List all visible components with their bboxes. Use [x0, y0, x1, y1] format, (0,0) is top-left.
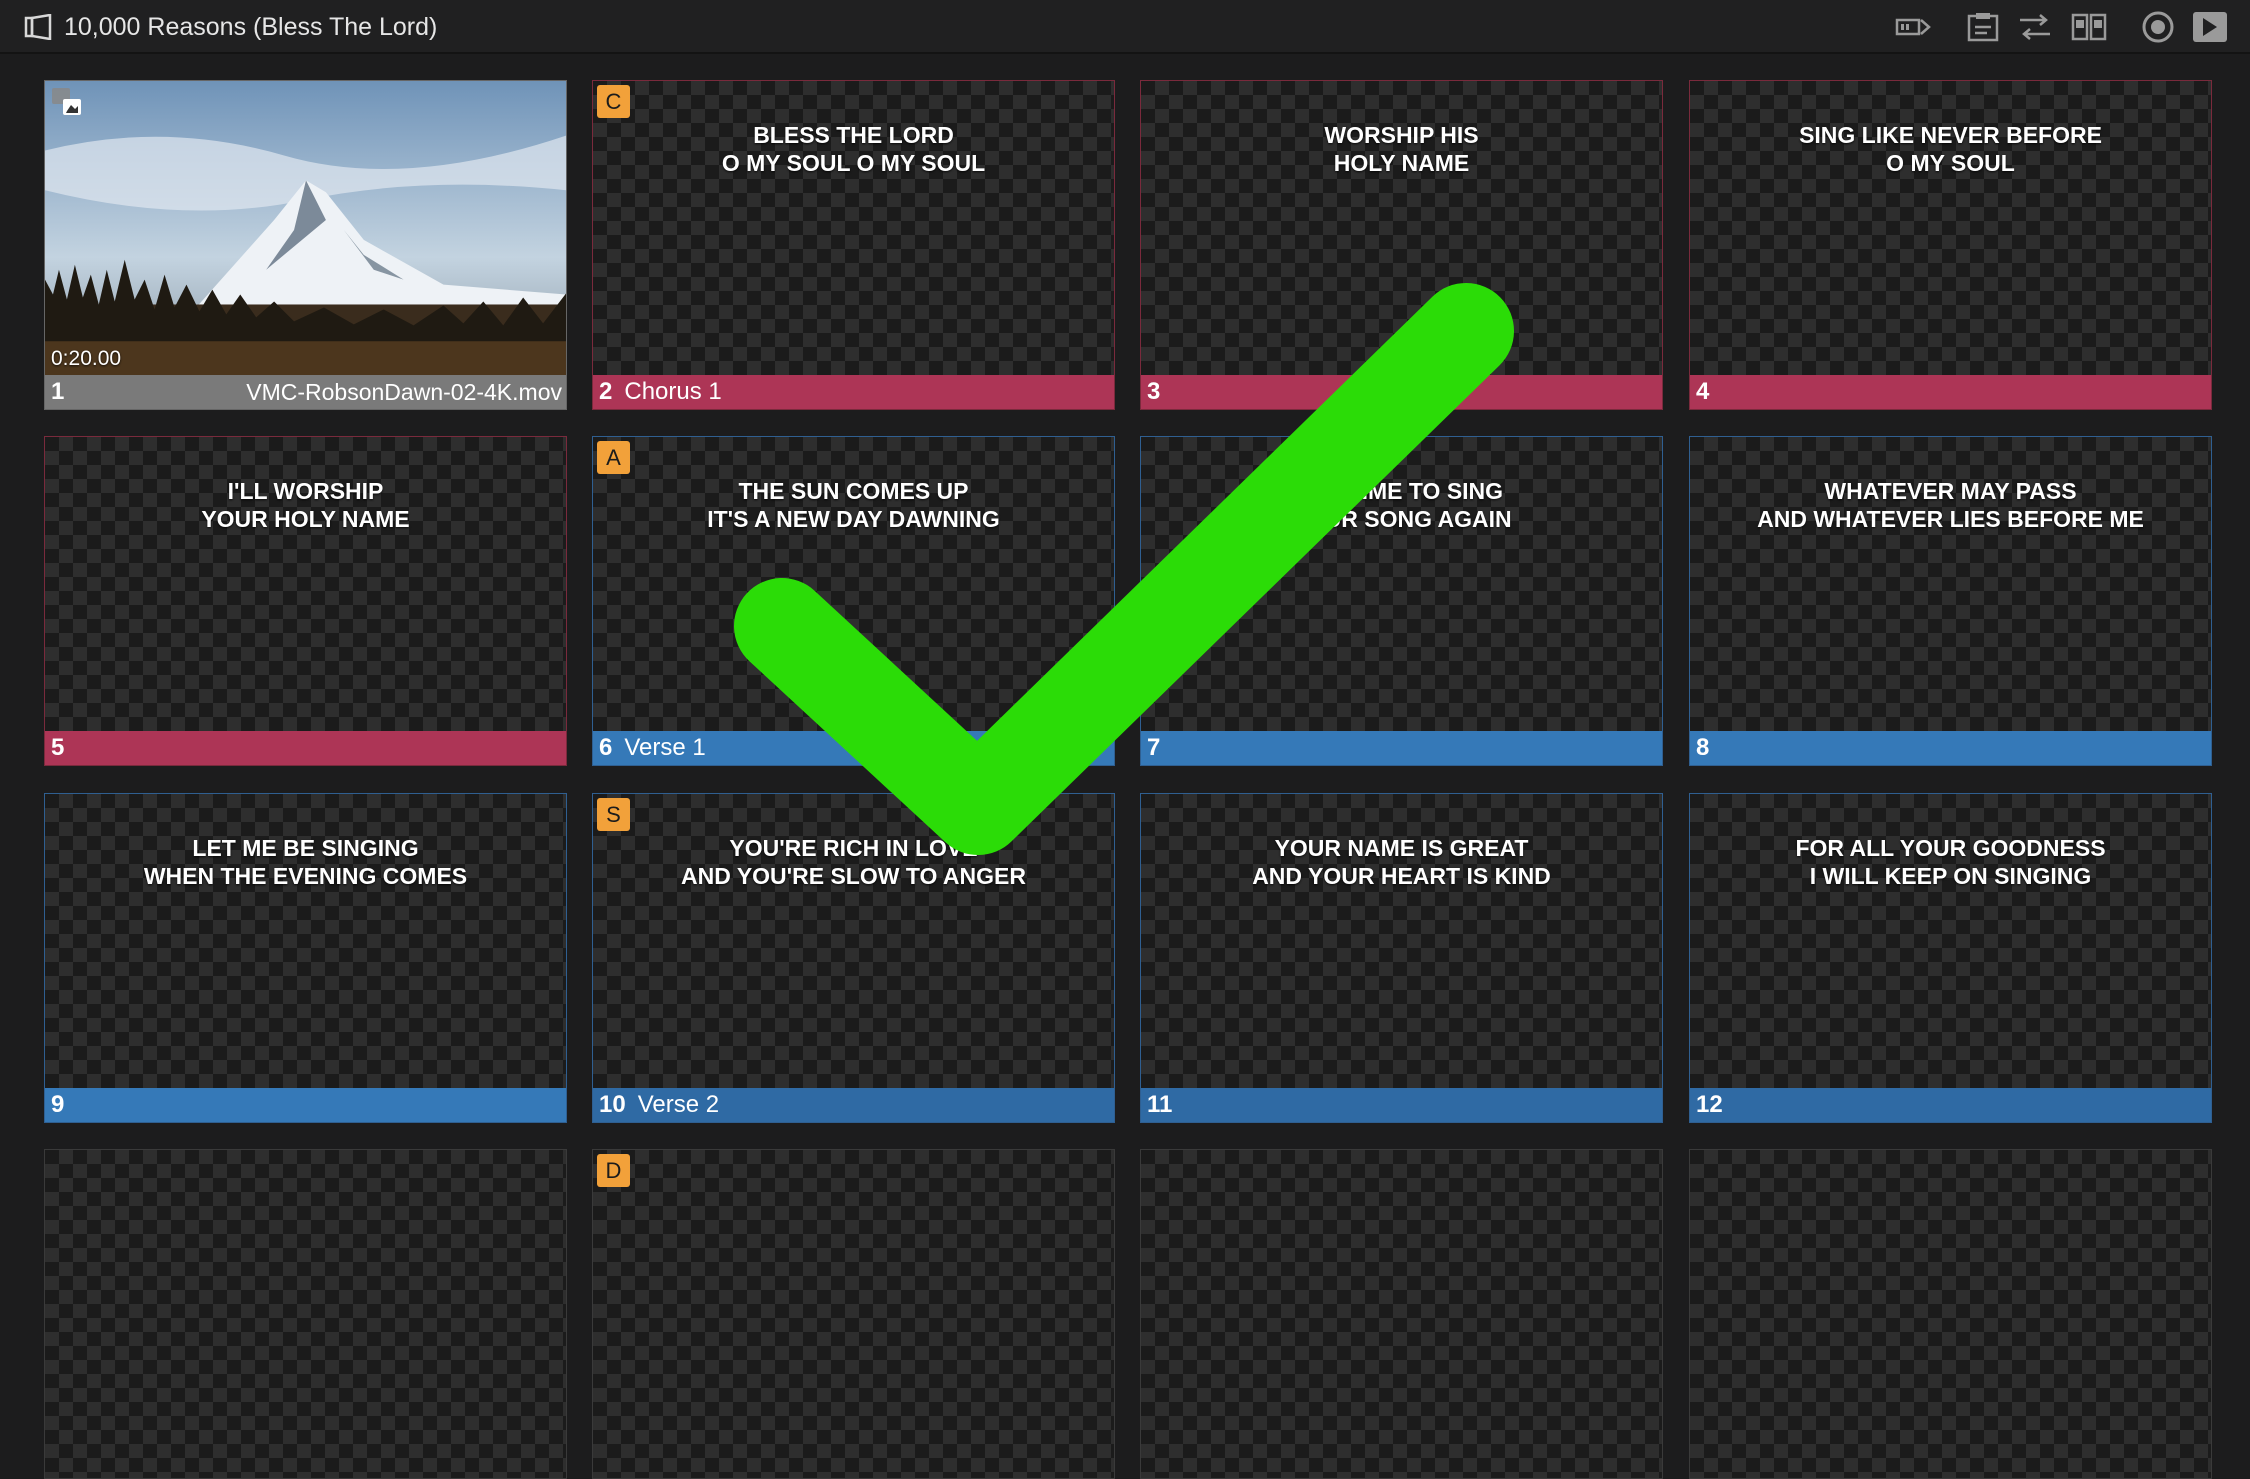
slide-15[interactable] [1140, 1149, 1663, 1479]
slide-11[interactable]: YOUR NAME IS GREAT AND YOUR HEART IS KIN… [1140, 793, 1663, 1123]
slide-16[interactable] [1689, 1149, 2212, 1479]
slide-group-label: Verse 1 [624, 734, 706, 761]
presentation-icon [24, 14, 52, 40]
arrangement-icon[interactable] [2016, 10, 2054, 44]
slide-4[interactable]: SING LIKE NEVER BEFORE O MY SOUL 4 [1689, 80, 2212, 410]
slide-footer: 2 Chorus 1 [593, 375, 1114, 409]
slide-number: 8 [1696, 734, 1710, 761]
slide-lyrics: WHATEVER MAY PASS AND WHATEVER LIES BEFO… [1757, 478, 2144, 532]
slide-number: 2 [599, 378, 613, 405]
slide-lyrics: IT'S TIME TO SING YOUR SONG AGAIN [1291, 478, 1512, 532]
media-type-icon [51, 87, 83, 117]
slide-number: 1 [51, 378, 65, 405]
slide-footer: 5 [45, 731, 566, 765]
slide-lyrics: THE SUN COMES UP IT'S A NEW DAY DAWNING [707, 478, 1000, 532]
window-title: 10,000 Reasons (Bless The Lord) [64, 13, 438, 41]
slide-13[interactable] [44, 1149, 567, 1479]
slide-footer: 12 [1690, 1088, 2211, 1122]
group-letter-badge: C [597, 85, 630, 118]
play-forward-icon[interactable] [2191, 10, 2229, 44]
split-view-icon[interactable] [2070, 10, 2108, 44]
slide-lyrics: BLESS THE LORD O MY SOUL O MY SOUL [721, 122, 986, 176]
slide-1[interactable]: 0:20.00 1 VMC-RobsonDawn-02-4K.mov [44, 80, 567, 410]
slide-12[interactable]: FOR ALL YOUR GOODNESS I WILL KEEP ON SIN… [1689, 793, 2212, 1123]
slide-number: 9 [51, 1091, 65, 1118]
slide-number: 4 [1696, 378, 1710, 405]
title-bar: 10,000 Reasons (Bless The Lord) [0, 0, 2250, 54]
slide-transition-icon[interactable] [1895, 10, 1933, 44]
slide-3[interactable]: WORSHIP HIS HOLY NAME 3 [1140, 80, 1663, 410]
slide-lyrics: FOR ALL YOUR GOODNESS I WILL KEEP ON SIN… [1795, 835, 2106, 889]
group-letter-badge: S [597, 798, 630, 831]
slide-footer: 4 [1690, 375, 2211, 409]
slide-footer: 3 [1141, 375, 1662, 409]
slide-5[interactable]: I'LL WORSHIP YOUR HOLY NAME 5 [44, 436, 567, 766]
media-filename: VMC-RobsonDawn-02-4K.mov [246, 379, 562, 405]
slide-footer: 10 Verse 2 [593, 1088, 1114, 1122]
slide-number: 12 [1696, 1091, 1723, 1118]
media-duration: 0:20.00 [51, 347, 122, 370]
slide-footer: 6 Verse 1 [593, 731, 1114, 765]
slide-grid: 0:20.00 1 VMC-RobsonDawn-02-4K.mov BLESS TH… [44, 80, 2213, 1479]
slide-number: 5 [51, 734, 65, 761]
slide-group-label: Chorus 1 [624, 378, 722, 405]
slide-number: 6 [599, 734, 613, 761]
slide-7[interactable]: IT'S TIME TO SING YOUR SONG AGAIN 7 [1140, 436, 1663, 766]
slide-8[interactable]: WHATEVER MAY PASS AND WHATEVER LIES BEFO… [1689, 436, 2212, 766]
slide-9[interactable]: LET ME BE SINGING WHEN THE EVENING COMES… [44, 793, 567, 1123]
slide-footer: 11 [1141, 1088, 1662, 1122]
slide-footer: 8 [1690, 731, 2211, 765]
slide-lyrics: I'LL WORSHIP YOUR HOLY NAME [201, 478, 410, 532]
group-letter-badge: D [597, 1154, 630, 1187]
record-icon[interactable] [2139, 10, 2177, 44]
slide-lyrics: YOUR NAME IS GREAT AND YOUR HEART IS KIN… [1252, 835, 1551, 889]
slide-number: 3 [1147, 378, 1161, 405]
slide-2[interactable]: BLESS THE LORD O MY SOUL O MY SOUL C 2 Chor… [592, 80, 1115, 410]
media-thumbnail [45, 81, 566, 375]
clipboard-icon[interactable] [1964, 10, 2002, 44]
slide-lyrics: YOU'RE RICH IN LOVE AND YOU'RE SLOW TO A… [681, 835, 1026, 889]
slide-footer: 1 VMC-RobsonDawn-02-4K.mov [45, 375, 566, 409]
group-letter-badge: A [597, 441, 630, 474]
slide-6[interactable]: THE SUN COMES UP IT'S A NEW DAY DAWNING A… [592, 436, 1115, 766]
slide-footer: 7 [1141, 731, 1662, 765]
slide-number: 7 [1147, 734, 1161, 761]
slide-10[interactable]: YOU'RE RICH IN LOVE AND YOU'RE SLOW TO A… [592, 793, 1115, 1123]
slide-number: 11 [1147, 1091, 1173, 1118]
slide-lyrics: SING LIKE NEVER BEFORE O MY SOUL [1799, 122, 2102, 176]
slide-14[interactable]: D [592, 1149, 1115, 1479]
slide-lyrics: LET ME BE SINGING WHEN THE EVENING COMES [143, 835, 468, 889]
slide-footer: 9 [45, 1088, 566, 1122]
slide-number: 10 [599, 1091, 626, 1118]
slide-group-label: Verse 2 [637, 1091, 720, 1118]
slide-lyrics: WORSHIP HIS HOLY NAME [1324, 122, 1479, 176]
